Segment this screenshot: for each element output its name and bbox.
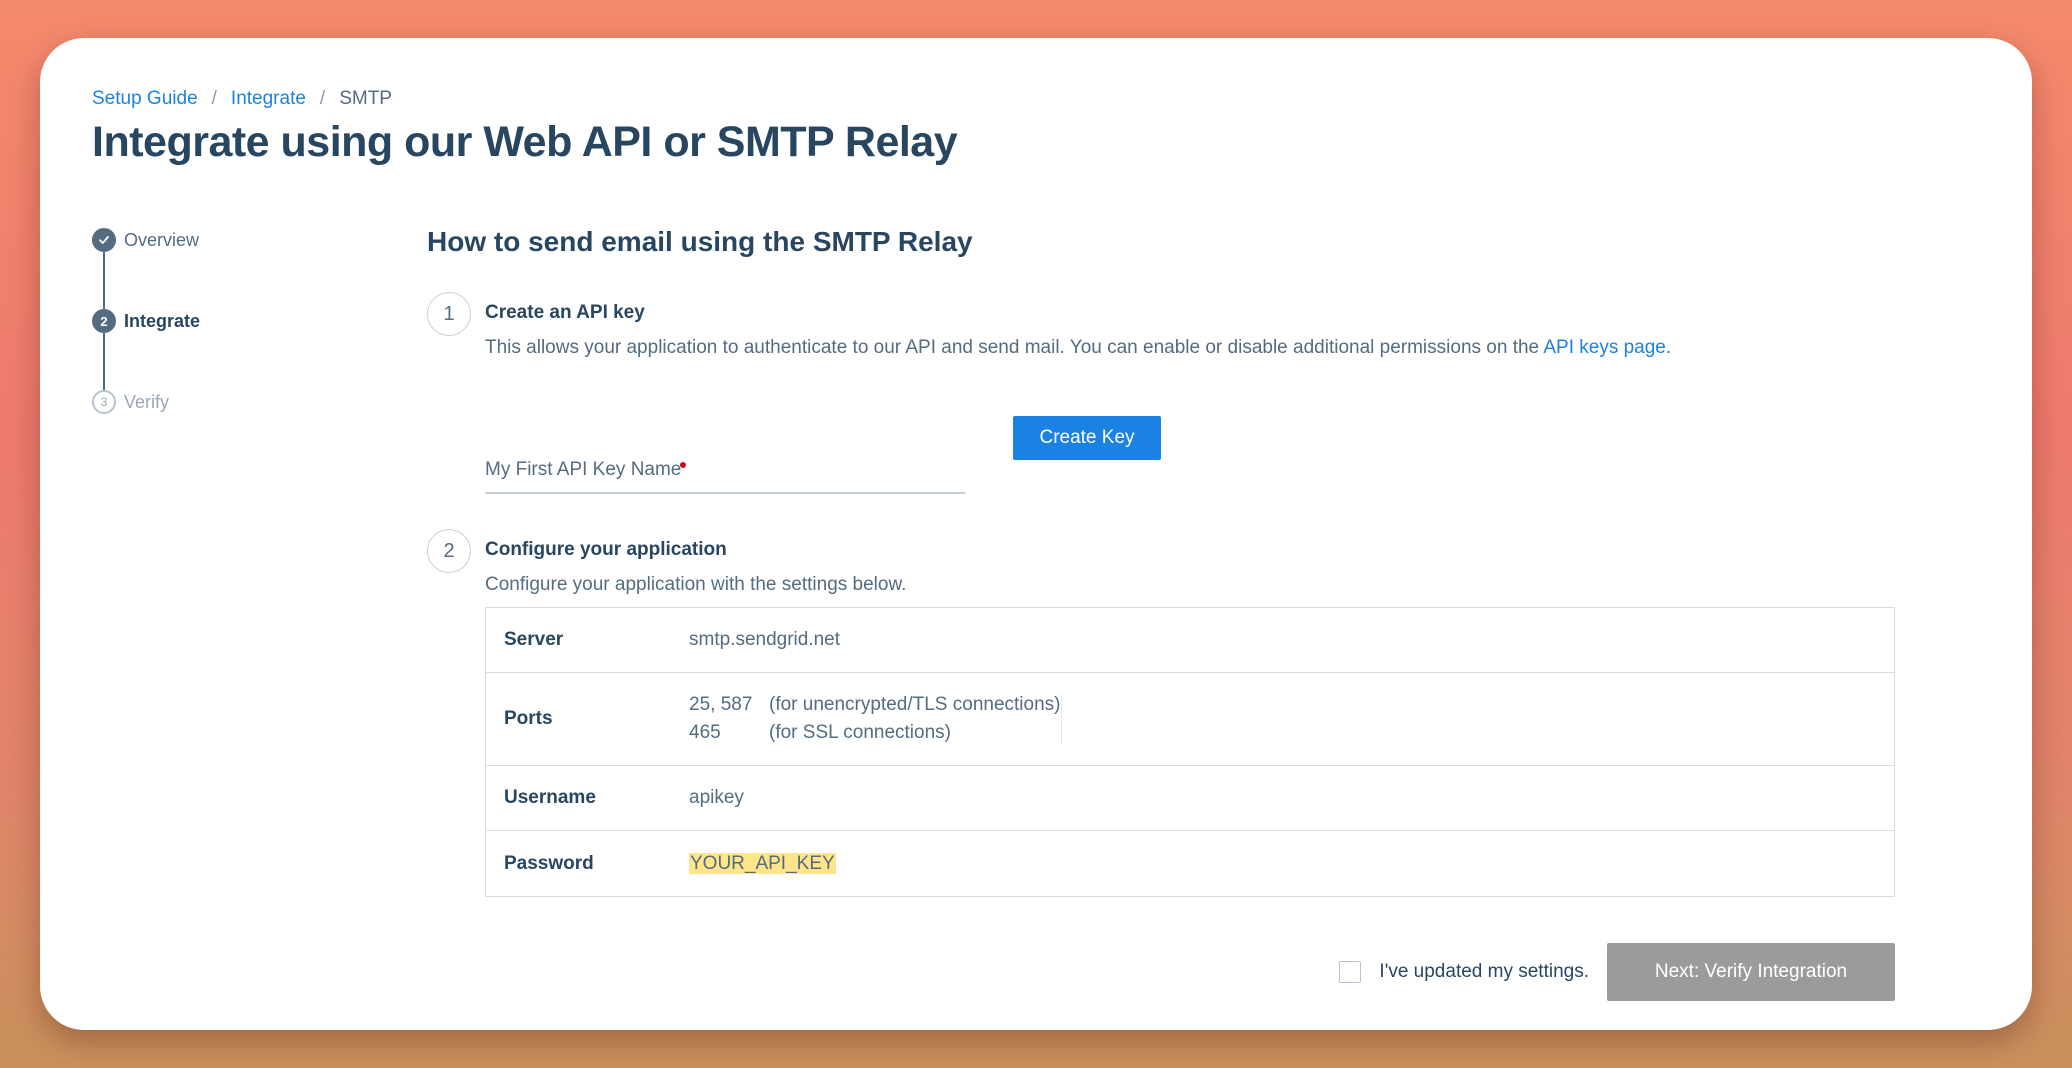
breadcrumb-separator: / xyxy=(211,88,217,109)
checkmark-icon xyxy=(92,228,116,252)
required-indicator xyxy=(680,462,686,468)
step-connector xyxy=(103,252,105,309)
step1-description: This allows your application to authenti… xyxy=(485,337,1671,359)
step-label-integrate: Integrate xyxy=(124,310,201,331)
api-keys-page-link[interactable]: API keys page xyxy=(1543,337,1666,358)
table-row-password: Password YOUR_API_KEY xyxy=(486,831,1894,896)
checkbox-label[interactable]: I've updated my settings. xyxy=(1379,961,1589,983)
port-number: 25, 587 xyxy=(689,694,753,715)
main-card: Setup Guide / Integrate / SMTP Integrate… xyxy=(40,38,2032,1030)
table-row-username: Username apikey xyxy=(486,766,1894,831)
api-key-name-field xyxy=(485,450,965,494)
section-title: How to send email using the SMTP Relay xyxy=(427,226,973,257)
setting-key: Username xyxy=(504,787,596,808)
api-key-name-input[interactable] xyxy=(485,450,965,490)
step-number-circle: 2 xyxy=(427,529,471,573)
settings-updated-checkbox[interactable] xyxy=(1339,961,1362,983)
step1-title: Create an API key xyxy=(485,302,645,323)
step2-title: Configure your application xyxy=(485,539,727,560)
breadcrumb: Setup Guide / Integrate / SMTP xyxy=(92,88,392,110)
step2-description: Configure your application with the sett… xyxy=(485,574,907,595)
table-row-server: Server smtp.sendgrid.net xyxy=(486,608,1894,673)
port-note: (for unencrypted/TLS connections) xyxy=(769,694,1061,715)
next-verify-integration-button[interactable]: Next: Verify Integration xyxy=(1607,943,1895,1001)
step1-desc-text: This allows your application to authenti… xyxy=(485,337,1544,358)
page-title: Integrate using our Web API or SMTP Rela… xyxy=(92,118,958,166)
step-number-badge: 3 xyxy=(92,390,116,414)
setting-value-ports: 25, 587 (for unencrypted/TLS connections… xyxy=(689,694,1062,744)
step-overview[interactable]: Overview xyxy=(92,228,352,252)
setting-key: Ports xyxy=(504,708,553,729)
step-label-overview: Overview xyxy=(124,229,200,250)
setting-value-username: apikey xyxy=(689,787,744,808)
step-verify: 3 Verify xyxy=(92,390,352,414)
step-integrate[interactable]: 2 Integrate xyxy=(92,309,352,333)
api-key-placeholder-highlight: YOUR_API_KEY xyxy=(689,852,836,874)
step-number-badge: 2 xyxy=(92,309,116,333)
setting-key: Server xyxy=(504,629,564,650)
setting-value-password: YOUR_API_KEY xyxy=(689,852,836,875)
breadcrumb-integrate[interactable]: Integrate xyxy=(231,88,306,110)
breadcrumb-current: SMTP xyxy=(339,88,392,109)
step1-desc-end: . xyxy=(1665,337,1672,358)
table-row-ports: Ports 25, 587 (for unencrypted/TLS conne… xyxy=(486,673,1894,766)
step-label-verify: Verify xyxy=(124,391,170,412)
smtp-settings-table: Server smtp.sendgrid.net Ports 25, 587 (… xyxy=(485,607,1895,897)
step-connector xyxy=(103,333,105,390)
setting-value-server: smtp.sendgrid.net xyxy=(689,629,841,650)
breadcrumb-setup-guide[interactable]: Setup Guide xyxy=(92,88,198,110)
port-number: 465 xyxy=(689,722,721,743)
step-number-circle: 1 xyxy=(427,292,471,336)
create-key-button[interactable]: Create Key xyxy=(1013,416,1161,460)
footer-actions: I've updated my settings. Next: Verify I… xyxy=(1339,943,1895,1001)
port-note: (for SSL connections) xyxy=(769,722,951,743)
breadcrumb-separator: / xyxy=(319,88,326,109)
progress-stepper: Overview 2 Integrate 3 Verify xyxy=(92,228,352,414)
setting-key: Password xyxy=(504,852,594,874)
